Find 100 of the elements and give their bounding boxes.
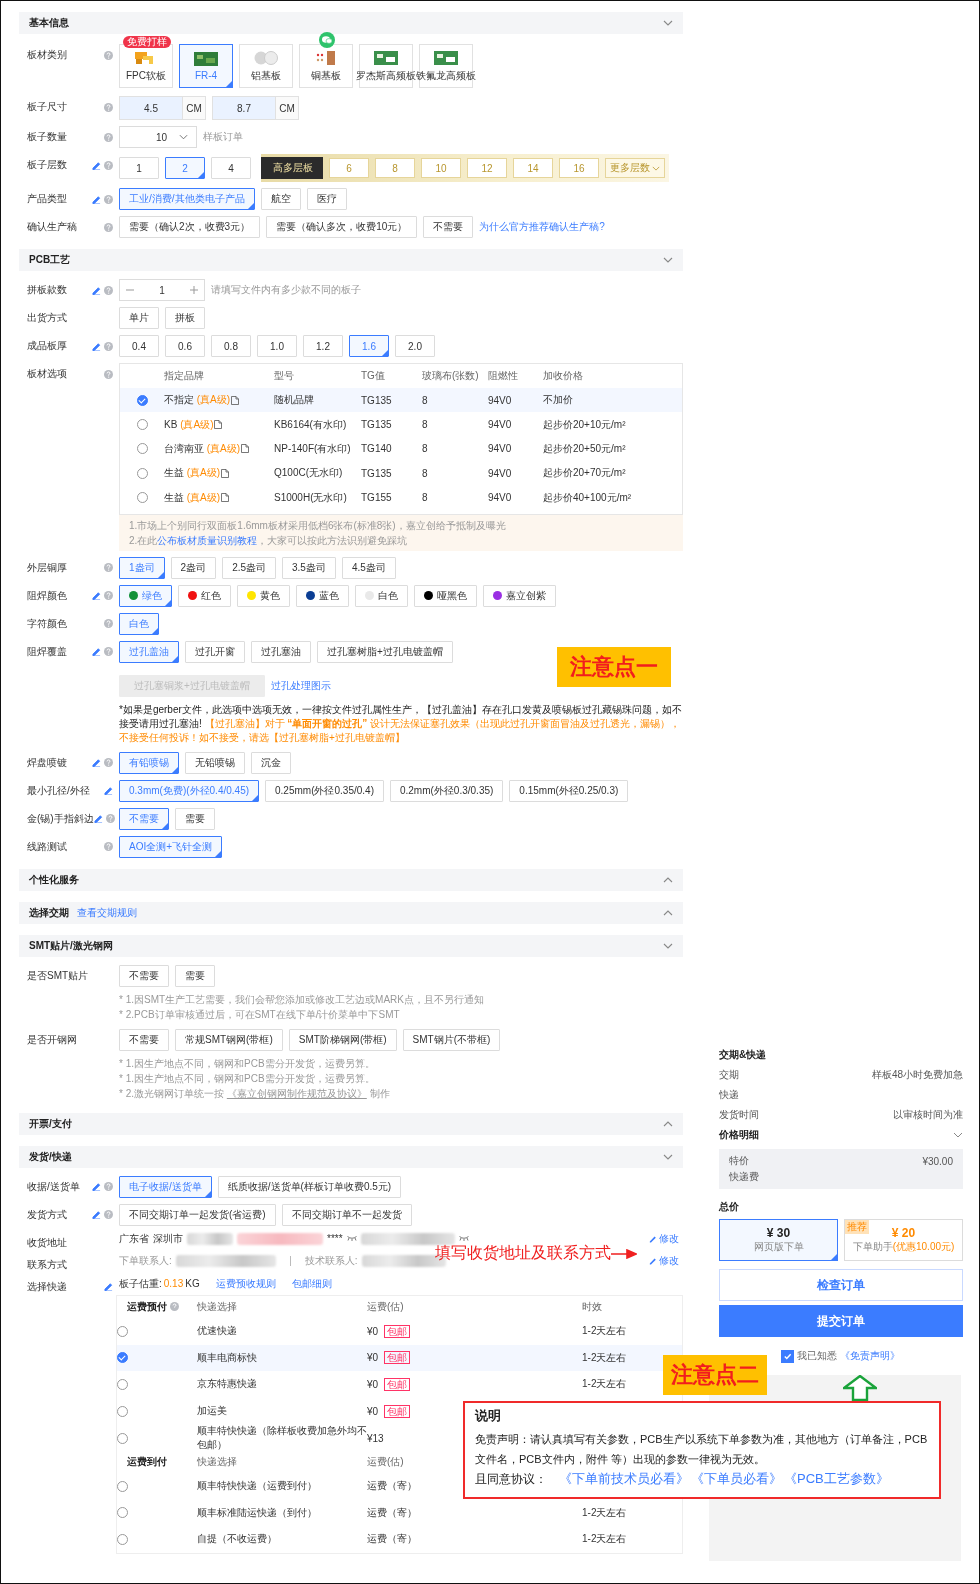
material-card[interactable]: 铜基板 [299,44,353,88]
option-button[interactable]: 沉金 [251,751,291,774]
option-button[interactable]: 过孔盖油 [119,640,179,663]
modify-link[interactable]: 修改 [649,1231,679,1246]
edit-icon[interactable] [92,160,101,170]
option-button[interactable]: 航空 [260,188,301,210]
help-icon[interactable] [104,619,113,629]
option-button[interactable]: 白色 [355,584,408,607]
option-button[interactable]: 0.8 [211,335,251,357]
option-button[interactable]: 需要 [175,964,215,987]
edit-icon[interactable] [92,285,101,295]
section-header[interactable]: PCB工艺 [19,249,683,271]
help-icon[interactable] [104,160,113,170]
document-icon[interactable] [221,468,230,478]
disclaimer-link[interactable]: 《免责声明》 [840,1349,900,1363]
option-button[interactable]: 1.0 [257,335,297,357]
option-button[interactable]: 3.5盎司 [282,556,336,579]
help-icon[interactable] [104,50,113,60]
option-button[interactable]: SMT阶梯钢网(带框) [288,1028,397,1051]
option-button[interactable]: 红色 [178,584,231,607]
option-button[interactable]: 常规SMT钢网(带框) [175,1028,283,1051]
option-button[interactable]: 过孔塞油 [251,640,311,663]
help-icon[interactable] [104,1210,113,1220]
help-icon[interactable] [105,814,115,824]
option-button[interactable]: 不需要 [423,216,474,238]
chat-icon[interactable] [319,32,335,48]
rules-link[interactable]: 查看交期规则 [77,905,137,920]
option-button[interactable]: 无铅喷锡 [185,751,245,774]
help-icon[interactable] [104,222,113,232]
edit-icon[interactable] [92,194,101,204]
edit-icon[interactable] [92,341,101,351]
option-button[interactable]: 嘉立创紫 [483,584,556,607]
option-button[interactable]: 不需要 [119,807,169,830]
option-button[interactable]: 有铅喷锡 [119,751,179,774]
help-icon[interactable] [104,102,113,112]
edit-icon[interactable] [92,647,101,657]
help-icon[interactable] [170,1302,179,1312]
help-icon[interactable] [104,132,113,142]
section-header[interactable]: 基本信息 [19,12,683,34]
option-button[interactable]: AOI全测+飞针全测 [119,835,223,858]
help-link[interactable]: 为什么官方推荐确认生产稿? [479,220,605,234]
help-link[interactable]: 过孔处理图示 [270,678,331,693]
size-field[interactable]: 8.7 CM [212,96,299,120]
option-button[interactable]: 绿色 [119,584,172,607]
help-icon[interactable] [104,842,113,852]
option-button[interactable]: 黄色 [237,584,290,607]
option-button[interactable]: 白色 [119,612,159,635]
agree-checkbox[interactable] [781,1349,794,1363]
section-header[interactable]: 开票/支付 [19,1112,683,1135]
agreement-link[interactable]: 《下单前技术员必看》 [559,1470,689,1488]
help-icon[interactable] [104,341,113,351]
option-button[interactable]: 2盎司 [170,556,217,579]
agreement-link[interactable]: 《PCB工艺参数》 [784,1470,889,1488]
agreement-link[interactable]: 《下单员必看》 [691,1470,782,1488]
size-field[interactable]: 4.5 CM [119,96,206,120]
option-button[interactable]: 4 [211,157,251,179]
radio-button[interactable] [136,394,148,406]
option-button[interactable]: 4.5盎司 [341,556,396,579]
option-button[interactable]: 1盎司 [119,556,165,579]
option-button[interactable]: 过孔塞树脂+过孔电镀盖帽 [317,640,453,663]
option-button[interactable]: 过孔开窗 [185,640,245,663]
plus-icon[interactable] [190,286,198,294]
help-icon[interactable] [104,285,113,295]
section-header[interactable]: 个性化服务 [19,868,683,891]
document-icon[interactable] [241,444,250,454]
radio-button[interactable] [117,1352,128,1364]
option-button[interactable]: 工业/消费/其他类电子产品 [119,188,255,210]
check-order-button[interactable]: 检查订单 [719,1269,963,1301]
hidden-eye-icon[interactable] [458,1236,469,1242]
edit-icon[interactable] [92,1210,101,1220]
option-button[interactable]: 不同交期订单不一起发货 [281,1203,412,1226]
document-icon[interactable] [214,420,223,430]
edit-icon[interactable] [92,591,101,601]
help-icon[interactable] [104,563,113,573]
document-icon[interactable] [231,395,240,405]
rules-link[interactable]: 包邮细则 [291,1276,332,1291]
option-button[interactable]: 电子收据/送货单 [119,1175,212,1198]
option-button[interactable]: 2 [165,157,205,179]
edit-icon[interactable] [104,786,113,796]
help-icon[interactable] [104,591,113,601]
help-icon[interactable] [104,194,113,204]
hidden-eye-icon[interactable] [346,1236,357,1242]
option-button[interactable]: 不同交期订单一起发货(省运费) [119,1203,276,1226]
edit-icon[interactable] [92,1182,101,1192]
material-card[interactable]: FR-4 [179,44,233,88]
option-button[interactable]: 0.25mm(外径0.35/0.4) [265,779,384,802]
option-button[interactable]: 2.0 [395,335,435,357]
document-icon[interactable] [221,493,230,503]
option-button[interactable]: 1.6 [349,335,389,357]
help-icon[interactable] [104,758,113,768]
option-button[interactable]: 单片 [119,307,159,329]
option-button[interactable]: SMT钢片(不带框) [402,1028,501,1051]
option-button[interactable]: 不需要 [119,964,169,987]
section-header[interactable]: 发货/快递 [19,1145,683,1168]
option-button[interactable]: 1 [119,157,159,179]
option-button[interactable]: 纸质收据/送货单(样板订单收费0.5元) [217,1175,402,1198]
material-card[interactable]: 铝基板 [239,44,293,88]
option-button[interactable]: 需要 [175,807,215,830]
rules-link[interactable]: 运费预收规则 [215,1276,276,1291]
option-button[interactable]: 拼板 [165,307,205,329]
